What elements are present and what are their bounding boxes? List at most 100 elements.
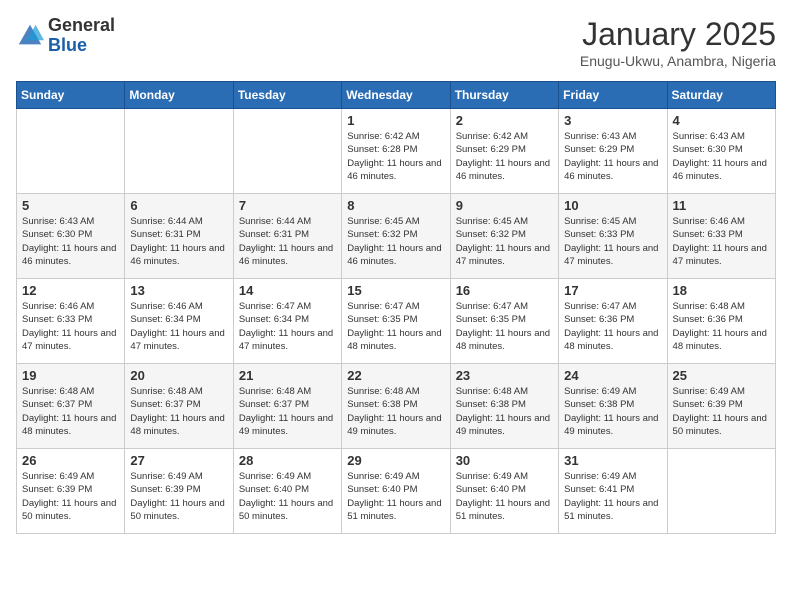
calendar-cell: 31 Sunrise: 6:49 AM Sunset: 6:41 PM Dayli… <box>559 449 667 534</box>
calendar-cell: 22Sunrise: 6:48 AM Sunset: 6:38 PM Dayli… <box>342 364 450 449</box>
day-number: 7 <box>239 198 336 213</box>
day-number: 5 <box>22 198 119 213</box>
calendar-cell: 11Sunrise: 6:46 AM Sunset: 6:33 PM Dayli… <box>667 194 775 279</box>
calendar-table: SundayMondayTuesdayWednesdayThursdayFrid… <box>16 81 776 534</box>
calendar-cell: 29 Sunrise: 6:49 AM Sunset: 6:40 PM Dayli… <box>342 449 450 534</box>
month-title: January 2025 <box>580 16 776 53</box>
day-number: 1 <box>347 113 444 128</box>
day-info: Sunrise: 6:47 AM Sunset: 6:35 PM Dayligh… <box>456 300 553 353</box>
calendar-cell: 24 Sunrise: 6:49 AM Sunset: 6:38 PM Dayli… <box>559 364 667 449</box>
day-number: 31 <box>564 453 661 468</box>
logo: General Blue <box>16 16 115 56</box>
day-number: 14 <box>239 283 336 298</box>
calendar-cell: 10Sunrise: 6:45 AM Sunset: 6:33 PM Dayli… <box>559 194 667 279</box>
calendar-cell: 14 Sunrise: 6:47 AM Sunset: 6:34 PM Dayli… <box>233 279 341 364</box>
day-info: Sunrise: 6:48 AM Sunset: 6:37 PM Dayligh… <box>239 385 336 438</box>
calendar-cell <box>667 449 775 534</box>
day-info: Sunrise: 6:47 AM Sunset: 6:34 PM Dayligh… <box>239 300 336 353</box>
day-number: 27 <box>130 453 227 468</box>
day-info: Sunrise: 6:49 AM Sunset: 6:39 PM Dayligh… <box>673 385 770 438</box>
calendar-cell: 16 Sunrise: 6:47 AM Sunset: 6:35 PM Dayli… <box>450 279 558 364</box>
day-number: 17 <box>564 283 661 298</box>
calendar-cell <box>125 109 233 194</box>
calendar-week-1: 1Sunrise: 6:42 AM Sunset: 6:28 PM Daylig… <box>17 109 776 194</box>
calendar-week-2: 5 Sunrise: 6:43 AM Sunset: 6:30 PM Daylig… <box>17 194 776 279</box>
calendar-cell: 8Sunrise: 6:45 AM Sunset: 6:32 PM Daylig… <box>342 194 450 279</box>
calendar-cell: 13Sunrise: 6:46 AM Sunset: 6:34 PM Dayli… <box>125 279 233 364</box>
day-number: 29 <box>347 453 444 468</box>
day-number: 15 <box>347 283 444 298</box>
day-info: Sunrise: 6:46 AM Sunset: 6:33 PM Dayligh… <box>22 300 119 353</box>
day-info: Sunrise: 6:49 AM Sunset: 6:40 PM Dayligh… <box>347 470 444 523</box>
day-number: 6 <box>130 198 227 213</box>
day-info: Sunrise: 6:42 AM Sunset: 6:29 PM Dayligh… <box>456 130 553 183</box>
day-number: 25 <box>673 368 770 383</box>
day-number: 23 <box>456 368 553 383</box>
day-info: Sunrise: 6:48 AM Sunset: 6:36 PM Dayligh… <box>673 300 770 353</box>
logo-blue-text: Blue <box>48 35 87 55</box>
day-info: Sunrise: 6:49 AM Sunset: 6:38 PM Dayligh… <box>564 385 661 438</box>
day-info: Sunrise: 6:49 AM Sunset: 6:39 PM Dayligh… <box>22 470 119 523</box>
calendar-cell: 21 Sunrise: 6:48 AM Sunset: 6:37 PM Dayli… <box>233 364 341 449</box>
calendar-cell: 27 Sunrise: 6:49 AM Sunset: 6:39 PM Dayli… <box>125 449 233 534</box>
calendar-cell: 9 Sunrise: 6:45 AM Sunset: 6:32 PM Daylig… <box>450 194 558 279</box>
day-number: 2 <box>456 113 553 128</box>
calendar-cell: 20Sunrise: 6:48 AM Sunset: 6:37 PM Dayli… <box>125 364 233 449</box>
day-info: Sunrise: 6:48 AM Sunset: 6:38 PM Dayligh… <box>456 385 553 438</box>
day-info: Sunrise: 6:43 AM Sunset: 6:30 PM Dayligh… <box>673 130 770 183</box>
day-number: 9 <box>456 198 553 213</box>
calendar-cell: 6Sunrise: 6:44 AM Sunset: 6:31 PM Daylig… <box>125 194 233 279</box>
weekday-header-thursday: Thursday <box>450 82 558 109</box>
day-number: 26 <box>22 453 119 468</box>
weekday-header-friday: Friday <box>559 82 667 109</box>
weekday-header-tuesday: Tuesday <box>233 82 341 109</box>
day-number: 13 <box>130 283 227 298</box>
day-number: 24 <box>564 368 661 383</box>
calendar-body: 1Sunrise: 6:42 AM Sunset: 6:28 PM Daylig… <box>17 109 776 534</box>
day-number: 18 <box>673 283 770 298</box>
calendar-cell: 7 Sunrise: 6:44 AM Sunset: 6:31 PM Daylig… <box>233 194 341 279</box>
calendar-cell: 28Sunrise: 6:49 AM Sunset: 6:40 PM Dayli… <box>233 449 341 534</box>
day-info: Sunrise: 6:43 AM Sunset: 6:30 PM Dayligh… <box>22 215 119 268</box>
weekday-header-sunday: Sunday <box>17 82 125 109</box>
logo-icon <box>16 22 44 50</box>
calendar-cell: 26 Sunrise: 6:49 AM Sunset: 6:39 PM Dayli… <box>17 449 125 534</box>
calendar-cell <box>233 109 341 194</box>
day-number: 3 <box>564 113 661 128</box>
calendar-week-4: 19 Sunrise: 6:48 AM Sunset: 6:37 PM Dayli… <box>17 364 776 449</box>
day-info: Sunrise: 6:47 AM Sunset: 6:36 PM Dayligh… <box>564 300 661 353</box>
calendar-cell: 15 Sunrise: 6:47 AM Sunset: 6:35 PM Dayli… <box>342 279 450 364</box>
calendar-cell: 1Sunrise: 6:42 AM Sunset: 6:28 PM Daylig… <box>342 109 450 194</box>
day-number: 11 <box>673 198 770 213</box>
calendar-cell: 18 Sunrise: 6:48 AM Sunset: 6:36 PM Dayli… <box>667 279 775 364</box>
title-block: January 2025 Enugu-Ukwu, Anambra, Nigeri… <box>580 16 776 69</box>
day-number: 19 <box>22 368 119 383</box>
day-info: Sunrise: 6:48 AM Sunset: 6:38 PM Dayligh… <box>347 385 444 438</box>
day-number: 30 <box>456 453 553 468</box>
day-info: Sunrise: 6:44 AM Sunset: 6:31 PM Dayligh… <box>239 215 336 268</box>
location-subtitle: Enugu-Ukwu, Anambra, Nigeria <box>580 53 776 69</box>
day-info: Sunrise: 6:47 AM Sunset: 6:35 PM Dayligh… <box>347 300 444 353</box>
day-number: 4 <box>673 113 770 128</box>
day-info: Sunrise: 6:45 AM Sunset: 6:33 PM Dayligh… <box>564 215 661 268</box>
calendar-cell: 3 Sunrise: 6:43 AM Sunset: 6:29 PM Daylig… <box>559 109 667 194</box>
day-info: Sunrise: 6:49 AM Sunset: 6:41 PM Dayligh… <box>564 470 661 523</box>
day-number: 16 <box>456 283 553 298</box>
calendar-cell: 12Sunrise: 6:46 AM Sunset: 6:33 PM Dayli… <box>17 279 125 364</box>
calendar-cell: 19Sunrise: 6:48 AM Sunset: 6:37 PM Dayli… <box>17 364 125 449</box>
day-info: Sunrise: 6:49 AM Sunset: 6:40 PM Dayligh… <box>456 470 553 523</box>
logo-general-text: General <box>48 15 115 35</box>
calendar-week-3: 12Sunrise: 6:46 AM Sunset: 6:33 PM Dayli… <box>17 279 776 364</box>
day-info: Sunrise: 6:45 AM Sunset: 6:32 PM Dayligh… <box>456 215 553 268</box>
day-number: 8 <box>347 198 444 213</box>
calendar-cell: 2 Sunrise: 6:42 AM Sunset: 6:29 PM Daylig… <box>450 109 558 194</box>
weekday-header-row: SundayMondayTuesdayWednesdayThursdayFrid… <box>17 82 776 109</box>
day-info: Sunrise: 6:43 AM Sunset: 6:29 PM Dayligh… <box>564 130 661 183</box>
calendar-cell: 4 Sunrise: 6:43 AM Sunset: 6:30 PM Daylig… <box>667 109 775 194</box>
weekday-header-saturday: Saturday <box>667 82 775 109</box>
calendar-cell: 25 Sunrise: 6:49 AM Sunset: 6:39 PM Dayli… <box>667 364 775 449</box>
day-info: Sunrise: 6:48 AM Sunset: 6:37 PM Dayligh… <box>130 385 227 438</box>
day-info: Sunrise: 6:49 AM Sunset: 6:39 PM Dayligh… <box>130 470 227 523</box>
calendar-cell: 17 Sunrise: 6:47 AM Sunset: 6:36 PM Dayli… <box>559 279 667 364</box>
day-number: 21 <box>239 368 336 383</box>
